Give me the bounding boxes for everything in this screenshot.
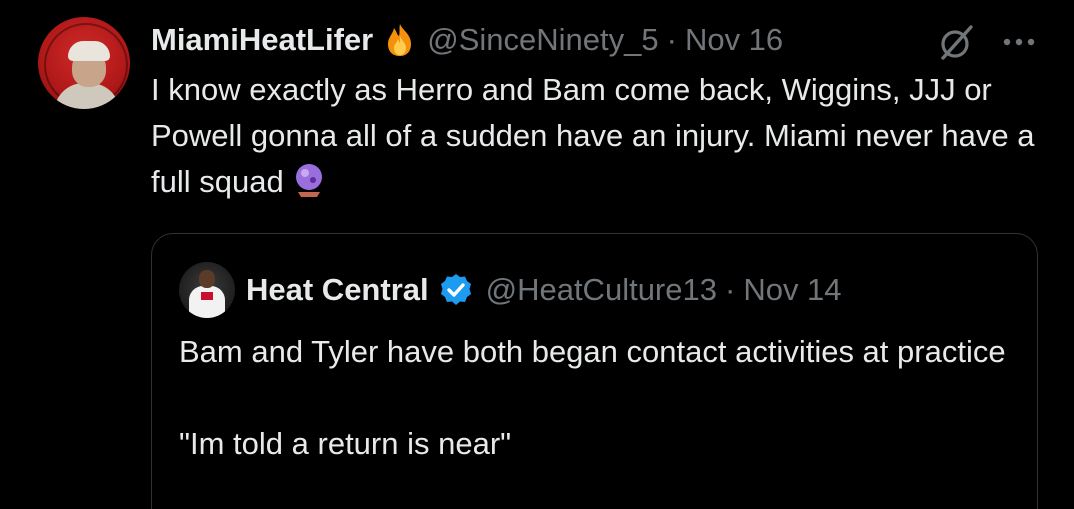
header-separator: · [666, 22, 677, 57]
tweet-header: MiamiHeatLifer @SinceNinety_5 · Nov 16 [151, 18, 783, 62]
avatar-cap [68, 41, 110, 61]
quoted-tweet-text: Bam and Tyler have both began contact ac… [179, 334, 1006, 461]
tweet-text: I know exactly as Herro and Bam come bac… [151, 67, 1051, 205]
quoted-author-handle[interactable]: @HeatCulture13 [486, 272, 717, 308]
fire-emoji-icon [383, 22, 417, 58]
quoted-tweet-date[interactable]: Nov 14 [743, 272, 841, 308]
tweet[interactable]: MiamiHeatLifer @SinceNinety_5 · Nov 16 I… [0, 0, 1074, 509]
quoted-author-name[interactable]: Heat Central [246, 272, 429, 308]
author-name[interactable]: MiamiHeatLifer [151, 22, 373, 58]
tweet-date[interactable]: Nov 16 [685, 22, 783, 58]
avatar-jersey-stripe [201, 292, 213, 300]
grok-icon[interactable] [935, 22, 977, 64]
quoted-tweet[interactable]: Heat Central @HeatCulture13 · Nov 14 Bam… [151, 233, 1038, 509]
quoted-header-separator: · [724, 272, 736, 307]
verified-badge-icon [438, 272, 474, 308]
quoted-author-avatar[interactable] [179, 262, 235, 318]
crystal-ball-emoji-icon [292, 162, 326, 198]
more-options-icon[interactable] [1002, 35, 1036, 47]
tweet-body: I know exactly as Herro and Bam come bac… [151, 72, 1035, 199]
avatar-jersey [189, 286, 225, 318]
author-handle[interactable]: @SinceNinety_5 [427, 22, 658, 58]
avatar-head [199, 270, 215, 288]
quoted-tweet-header: Heat Central @HeatCulture13 · Nov 14 [246, 270, 842, 310]
author-avatar[interactable] [38, 17, 130, 109]
